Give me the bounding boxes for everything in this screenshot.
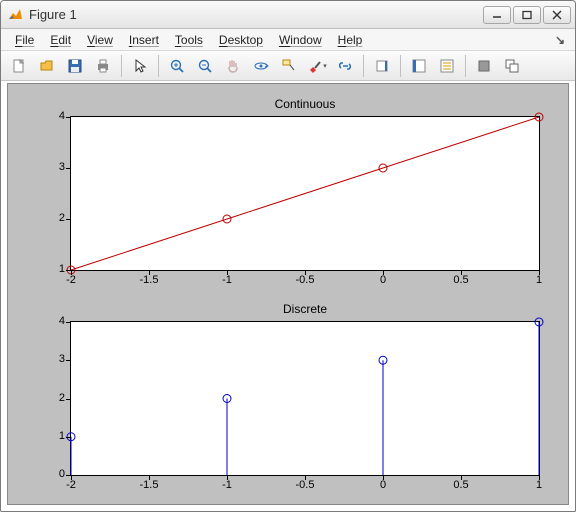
ytick-mark (66, 322, 71, 323)
print-icon[interactable] (90, 54, 116, 78)
toolbar-separator (400, 55, 401, 77)
menu-view[interactable]: View (79, 31, 121, 49)
ytick-label: 2 (47, 392, 65, 404)
axes-continuous[interactable]: Continuous -2-1.5-1-0.500.511234 (70, 116, 540, 271)
ytick-mark (66, 399, 71, 400)
menubar: File Edit View Insert Tools Desktop Wind… (1, 29, 575, 51)
xtick-label: -0.5 (293, 479, 317, 491)
stem-plot (71, 322, 539, 475)
rotate3d-icon[interactable] (248, 54, 274, 78)
line-plot (71, 117, 539, 270)
data-cursor-icon[interactable] (276, 54, 302, 78)
open-file-icon[interactable] (34, 54, 60, 78)
titlebar: Figure 1 (1, 1, 575, 29)
xtick-label: 0 (371, 274, 395, 286)
window-buttons (483, 6, 571, 24)
minimize-button[interactable] (483, 6, 511, 24)
menu-file[interactable]: File (7, 31, 42, 49)
xtick-label: -2 (59, 274, 83, 286)
menu-window[interactable]: Window (271, 31, 330, 49)
figure-window: Figure 1 File Edit View Insert Tools Des… (0, 0, 576, 512)
zoom-in-icon[interactable] (164, 54, 190, 78)
toolbar: ▾ (1, 51, 575, 81)
ytick-label: 1 (47, 263, 65, 275)
ytick-label: 4 (47, 110, 65, 122)
ytick-mark (66, 270, 71, 271)
insert-legend-icon[interactable] (406, 54, 432, 78)
axes-title: Discrete (71, 302, 539, 316)
show-plot-tools-icon[interactable] (499, 54, 525, 78)
toolbar-separator (465, 55, 466, 77)
xtick-label: -2 (59, 479, 83, 491)
insert-colorbar-icon[interactable] (369, 54, 395, 78)
xtick-label: 1 (527, 274, 551, 286)
zoom-out-icon[interactable] (192, 54, 218, 78)
xtick-label: 0.5 (449, 274, 473, 286)
xtick-label: 0.5 (449, 479, 473, 491)
xtick-label: -1.5 (137, 274, 161, 286)
ytick-label: 0 (47, 468, 65, 480)
matlab-logo-icon (7, 7, 23, 23)
ytick-label: 3 (47, 353, 65, 365)
new-file-icon[interactable] (6, 54, 32, 78)
ytick-mark (66, 219, 71, 220)
xtick-label: 1 (527, 479, 551, 491)
menu-desktop[interactable]: Desktop (211, 31, 271, 49)
ytick-mark (66, 117, 71, 118)
ytick-label: 4 (47, 315, 65, 327)
axes-discrete[interactable]: Discrete -2-1.5-1-0.500.5101234 (70, 321, 540, 476)
menu-edit[interactable]: Edit (42, 31, 79, 49)
ytick-mark (66, 437, 71, 438)
menu-help[interactable]: Help (330, 31, 371, 49)
xtick-label: -1 (215, 274, 239, 286)
ytick-label: 1 (47, 430, 65, 442)
ytick-label: 3 (47, 161, 65, 173)
link-icon[interactable] (332, 54, 358, 78)
window-title: Figure 1 (29, 7, 483, 22)
xtick-label: -1.5 (137, 479, 161, 491)
ytick-label: 2 (47, 212, 65, 224)
close-button[interactable] (543, 6, 571, 24)
toolbar-separator (363, 55, 364, 77)
xtick-label: -0.5 (293, 274, 317, 286)
save-icon[interactable] (62, 54, 88, 78)
pan-icon[interactable] (220, 54, 246, 78)
toolbar-separator (121, 55, 122, 77)
menu-insert[interactable]: Insert (121, 31, 167, 49)
ytick-mark (66, 360, 71, 361)
figure-canvas[interactable]: Continuous -2-1.5-1-0.500.511234 Discret… (7, 83, 569, 505)
toolbar-separator (158, 55, 159, 77)
menu-tools[interactable]: Tools (167, 31, 211, 49)
pointer-icon[interactable] (127, 54, 153, 78)
hide-plot-tools-icon[interactable] (471, 54, 497, 78)
ytick-mark (66, 168, 71, 169)
axes-title: Continuous (71, 97, 539, 111)
dock-controls-icon[interactable]: ↘ (555, 33, 569, 47)
xtick-label: -1 (215, 479, 239, 491)
colorbar-icon[interactable] (434, 54, 460, 78)
brush-icon[interactable]: ▾ (304, 54, 330, 78)
maximize-button[interactable] (513, 6, 541, 24)
xtick-label: 0 (371, 479, 395, 491)
ytick-mark (66, 475, 71, 476)
